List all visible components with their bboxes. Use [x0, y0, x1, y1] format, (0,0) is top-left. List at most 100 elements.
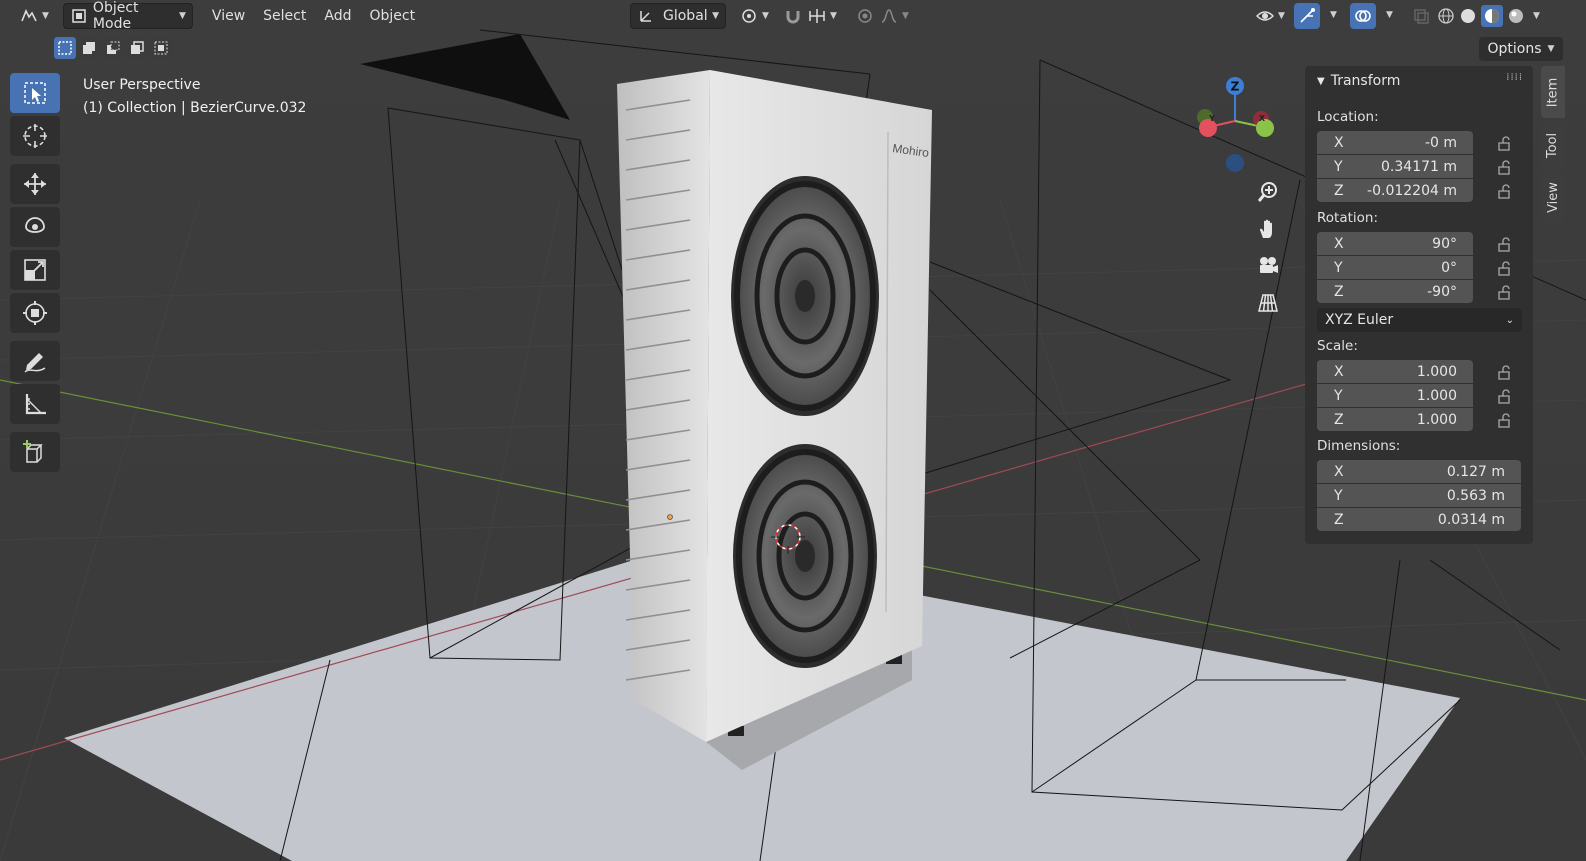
3d-viewport[interactable]: Mohiro ▼ Object Mode ▼ View Select Add O…	[0, 0, 1586, 861]
select-intersect-icon[interactable]	[150, 37, 172, 59]
options-label: Options	[1487, 41, 1542, 57]
zoom-icon	[1257, 182, 1277, 202]
select-box-tool[interactable]	[10, 73, 60, 113]
dimensions-label: Dimensions:	[1317, 438, 1401, 454]
axis-y-label: Y	[1208, 114, 1215, 123]
select-extend-icon[interactable]	[78, 37, 100, 59]
location-y-field[interactable]: Y 0.34171 m	[1317, 155, 1473, 178]
rotation-x-field[interactable]: X 90°	[1317, 232, 1473, 255]
transform-icon	[23, 301, 47, 325]
rotate-tool[interactable]	[10, 207, 60, 247]
pivot-icon	[740, 7, 758, 25]
snap-target-button[interactable]: ▼	[802, 3, 843, 29]
options-dropdown[interactable]: Options ▼	[1479, 37, 1563, 61]
unlock-icon[interactable]	[1495, 259, 1513, 277]
menu-select[interactable]: Select	[254, 3, 315, 29]
dimensions-x-field[interactable]: X 0.127 m	[1317, 460, 1521, 483]
scale-tool[interactable]	[10, 250, 60, 290]
unlock-icon[interactable]	[1495, 182, 1513, 200]
dimensions-z-field[interactable]: Z 0.0314 m	[1317, 508, 1521, 531]
fan-top	[731, 176, 879, 416]
pan-button[interactable]	[1251, 212, 1285, 246]
panel-title: Transform	[1330, 73, 1401, 89]
chevron-down-icon: ⌄	[1505, 314, 1514, 326]
editor-type-button[interactable]: ▼	[14, 3, 55, 29]
camera-view-button[interactable]	[1251, 249, 1285, 283]
tool-shelf	[10, 73, 62, 475]
unlock-icon[interactable]	[1495, 387, 1513, 405]
ortho-toggle-button[interactable]	[1251, 286, 1285, 320]
pencil-icon	[24, 353, 46, 373]
axis-neg-z-ball	[1226, 154, 1244, 172]
cursor-tool[interactable]	[10, 116, 60, 156]
sidebar-tabs: Item Tool View	[1541, 66, 1565, 225]
zoom-button[interactable]	[1251, 175, 1285, 209]
move-tool[interactable]	[10, 164, 60, 204]
unlock-icon[interactable]	[1495, 411, 1513, 429]
xray-toggle-button[interactable]	[1406, 3, 1436, 29]
scale-y-field[interactable]: Y 1.000	[1317, 384, 1473, 407]
eye-icon	[1256, 7, 1274, 25]
chevron-down-icon[interactable]: ▼	[1386, 10, 1393, 20]
fan-bottom	[733, 444, 877, 668]
drag-handle-icon[interactable]: ⁞⁞⁞⁞	[1506, 72, 1523, 83]
rotation-mode-dropdown[interactable]: XYZ Euler ⌄	[1317, 308, 1522, 332]
chevron-down-icon: ▼	[1278, 11, 1285, 21]
chevron-down-icon: ▼	[830, 11, 837, 21]
unlock-icon[interactable]	[1495, 283, 1513, 301]
transform-panel-header[interactable]: ▼ Transform ⁞⁞⁞⁞	[1305, 66, 1533, 96]
chevron-down-icon: ▼	[1547, 44, 1555, 54]
wireframe-shading-icon[interactable]	[1437, 7, 1455, 25]
unlock-icon[interactable]	[1495, 158, 1513, 176]
unlock-icon[interactable]	[1495, 363, 1513, 381]
tab-item[interactable]: Item	[1541, 66, 1565, 118]
tab-view[interactable]: View	[1541, 172, 1565, 222]
mode-dropdown[interactable]: Object Mode ▼	[62, 0, 193, 32]
select-subtract-icon[interactable]	[102, 37, 124, 59]
tab-tool[interactable]: Tool	[1541, 121, 1565, 169]
visibility-button[interactable]: ▼	[1250, 3, 1291, 29]
orientation-label: Global	[663, 8, 708, 24]
pivot-point-button[interactable]: ▼	[734, 3, 775, 29]
overlay-icon	[1354, 7, 1372, 25]
unlock-icon[interactable]	[1495, 134, 1513, 152]
location-x-field[interactable]: X -0 m	[1317, 131, 1473, 154]
rotation-z-field[interactable]: Z -90°	[1317, 280, 1473, 303]
menu-object[interactable]: Object	[360, 3, 424, 29]
unlock-icon[interactable]	[1495, 235, 1513, 253]
location-label: Location:	[1317, 109, 1379, 125]
hand-icon	[1260, 219, 1272, 238]
rendered-shading-icon[interactable]	[1507, 7, 1525, 25]
menu-add[interactable]: Add	[315, 3, 360, 29]
dimensions-y-field[interactable]: Y 0.563 m	[1317, 484, 1521, 507]
axis-x-label: X	[1259, 114, 1266, 123]
select-new-icon[interactable]	[54, 37, 76, 59]
menu-view[interactable]: View	[203, 3, 254, 29]
material-shading-icon[interactable]	[1481, 5, 1503, 27]
shading-modes: ▼	[1437, 4, 1540, 28]
gizmo-toggle-button[interactable]	[1294, 3, 1320, 29]
chevron-down-icon: ▼	[712, 11, 719, 21]
chevron-down-icon: ▼	[1317, 75, 1325, 87]
chevron-down-icon: ▼	[179, 11, 186, 21]
add-cube-tool[interactable]	[10, 432, 60, 472]
transform-tool[interactable]	[10, 293, 60, 333]
scale-x-field[interactable]: X 1.000	[1317, 360, 1473, 383]
ruler-icon	[25, 394, 46, 415]
select-difference-icon[interactable]	[126, 37, 148, 59]
transform-orientation-dropdown[interactable]: Global ▼	[630, 3, 726, 29]
measure-tool[interactable]	[10, 384, 60, 424]
location-z-field[interactable]: Z -0.012204 m	[1317, 179, 1473, 202]
annotate-tool[interactable]	[10, 341, 60, 381]
scale-z-field[interactable]: Z 1.000	[1317, 408, 1473, 431]
chevron-down-icon[interactable]: ▼	[1533, 11, 1540, 21]
solid-shading-icon[interactable]	[1459, 7, 1477, 25]
camera-icon	[1260, 257, 1278, 273]
rotation-y-field[interactable]: Y 0°	[1317, 256, 1473, 279]
overlay-toggle-button[interactable]	[1350, 3, 1376, 29]
chevron-down-icon: ▼	[902, 11, 909, 21]
falloff-button[interactable]: ▼	[874, 3, 915, 29]
chevron-down-icon[interactable]: ▼	[1330, 10, 1337, 20]
falloff-curve-icon	[880, 7, 898, 25]
navigation-gizmo[interactable]: Z Y X	[1193, 75, 1278, 175]
